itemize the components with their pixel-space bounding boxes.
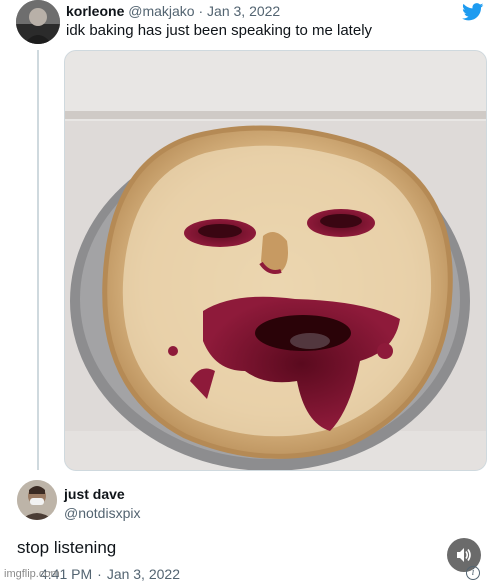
tweet-header: korleone @makjako · Jan 3, 2022 idk baki… xyxy=(0,0,500,50)
reply-timestamp[interactable]: 4:41 PM · Jan 3, 2022 xyxy=(40,566,180,582)
separator: · xyxy=(198,3,204,19)
separator: · xyxy=(97,566,102,582)
reply-date: Jan 3, 2022 xyxy=(106,566,180,582)
thread-connector xyxy=(37,50,39,470)
author-name[interactable]: korleone xyxy=(66,3,124,19)
info-icon[interactable]: i xyxy=(466,566,480,580)
author-handle[interactable]: @makjako xyxy=(128,3,194,19)
avatar[interactable] xyxy=(16,0,60,44)
twitter-bird-icon[interactable] xyxy=(462,3,484,21)
imgflip-watermark: imgflip.com xyxy=(4,568,60,580)
tweet-author-line: korleone @makjako · Jan 3, 2022 xyxy=(66,3,280,19)
reply-author-name[interactable]: just dave xyxy=(64,486,125,502)
reply-author-handle[interactable]: @notdisxpix xyxy=(64,505,140,521)
tweet-text: idk baking has just been speaking to me … xyxy=(66,22,373,39)
reply-avatar[interactable] xyxy=(17,480,57,520)
tweet-date[interactable]: Jan 3, 2022 xyxy=(207,3,280,19)
tweet-media-image[interactable] xyxy=(64,50,487,471)
reply-text: stop listening xyxy=(17,538,117,557)
